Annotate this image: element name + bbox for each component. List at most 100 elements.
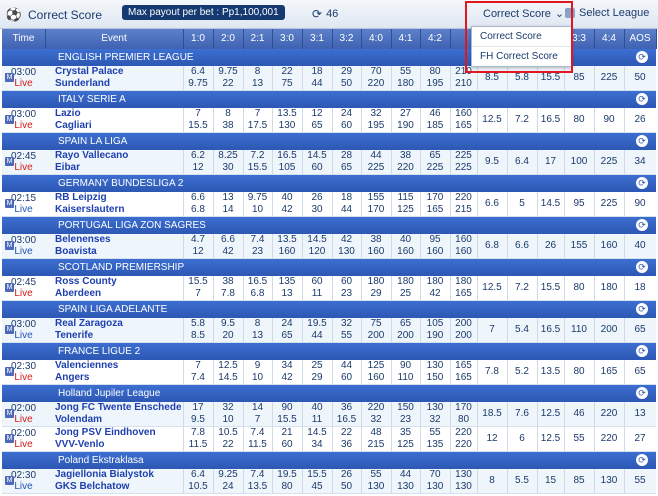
menu-item-fh-correct-score[interactable]: FH Correct Score: [472, 47, 571, 66]
away-odds[interactable]: 50: [332, 78, 361, 90]
home-odds[interactable]: 21: [272, 427, 302, 439]
odds-cell[interactable]: 7.2: [507, 276, 537, 300]
refresh-icon[interactable]: ⟳: [636, 51, 648, 63]
home-odds[interactable]: 15.5: [302, 469, 332, 481]
away-odds[interactable]: 8.5: [183, 330, 213, 342]
away-odds[interactable]: 160: [391, 246, 420, 258]
select-league-button[interactable]: Select League: [565, 7, 649, 19]
away-odds[interactable]: 17.5: [243, 120, 272, 132]
home-odds[interactable]: 60: [302, 276, 332, 288]
odds-cell[interactable]: 40: [624, 234, 656, 258]
match-info-icon[interactable]: M: [5, 241, 14, 250]
home-odds[interactable]: 170: [420, 192, 450, 204]
home-team[interactable]: Real Zaragoza: [47, 318, 181, 330]
home-odds[interactable]: 40: [391, 234, 420, 246]
away-odds[interactable]: 10.5: [183, 481, 213, 493]
home-odds[interactable]: 24: [332, 108, 361, 120]
odds-cell[interactable]: 15.5: [537, 66, 564, 90]
away-odds[interactable]: 10: [243, 204, 272, 216]
away-odds[interactable]: 225: [361, 162, 391, 174]
odds-cell[interactable]: 27: [624, 427, 656, 451]
home-odds[interactable]: 7.4: [243, 469, 272, 481]
away-odds[interactable]: 24: [213, 481, 243, 493]
away-odds[interactable]: 190: [420, 330, 450, 342]
home-odds[interactable]: 55: [420, 427, 450, 439]
match-info-icon[interactable]: M: [5, 115, 14, 124]
away-odds[interactable]: 10: [243, 372, 272, 384]
away-odds[interactable]: 11.5: [183, 439, 213, 451]
odds-cell[interactable]: 85: [564, 469, 594, 493]
away-odds[interactable]: 75: [272, 78, 302, 90]
away-odds[interactable]: 42: [420, 288, 450, 300]
away-odds[interactable]: 23: [391, 414, 420, 426]
odds-cell[interactable]: 13: [624, 402, 656, 426]
odds-cell[interactable]: 13.5: [537, 360, 564, 384]
home-team[interactable]: Jong FC Twente Enschede: [47, 402, 181, 414]
odds-cell[interactable]: 80: [564, 360, 594, 384]
home-odds[interactable]: 7.8: [183, 427, 213, 439]
odds-cell[interactable]: 6.8: [477, 234, 507, 258]
refresh-button[interactable]: ⟳ 46: [312, 7, 338, 21]
away-odds[interactable]: 65: [272, 330, 302, 342]
away-odds[interactable]: 7: [183, 288, 213, 300]
odds-cell[interactable]: 225: [594, 66, 624, 90]
home-odds[interactable]: 75: [361, 318, 391, 330]
odds-cell[interactable]: 180: [594, 276, 624, 300]
home-odds[interactable]: 40: [272, 192, 302, 204]
home-team[interactable]: Jong PSV Eindhoven: [47, 427, 181, 439]
odds-cell[interactable]: 17: [537, 150, 564, 174]
odds-cell[interactable]: 55: [564, 427, 594, 451]
odds-cell[interactable]: 6.4: [507, 150, 537, 174]
away-odds[interactable]: 220: [361, 78, 391, 90]
home-odds[interactable]: 7: [183, 108, 213, 120]
odds-cell[interactable]: 8.5: [477, 66, 507, 90]
home-odds[interactable]: 55: [361, 469, 391, 481]
home-odds[interactable]: 9.75: [243, 192, 272, 204]
home-odds[interactable]: 14: [243, 402, 272, 414]
odds-cell[interactable]: 7: [477, 318, 507, 342]
away-odds[interactable]: 32: [361, 414, 391, 426]
odds-cell[interactable]: 220: [594, 427, 624, 451]
away-odds[interactable]: 44: [302, 330, 332, 342]
home-odds[interactable]: 170: [450, 402, 477, 414]
away-odds[interactable]: 34: [302, 439, 332, 451]
match-info-icon[interactable]: M: [5, 325, 14, 334]
odds-cell[interactable]: 55: [624, 469, 656, 493]
odds-cell[interactable]: 225: [594, 192, 624, 216]
home-odds[interactable]: 7: [243, 108, 272, 120]
home-odds[interactable]: 210: [450, 66, 477, 78]
odds-cell[interactable]: 225: [594, 150, 624, 174]
odds-cell[interactable]: 65: [624, 360, 656, 384]
match-info-icon[interactable]: M: [5, 283, 14, 292]
home-odds[interactable]: 9.5: [213, 318, 243, 330]
odds-cell[interactable]: 12.5: [477, 108, 507, 132]
match-info-icon[interactable]: M: [5, 476, 14, 485]
away-odds[interactable]: 150: [420, 372, 450, 384]
match-info-icon[interactable]: M: [5, 157, 14, 166]
home-odds[interactable]: 135: [272, 276, 302, 288]
home-odds[interactable]: 16.5: [272, 150, 302, 162]
odds-cell[interactable]: 80: [564, 108, 594, 132]
odds-cell[interactable]: 95: [564, 192, 594, 216]
home-odds[interactable]: 160: [450, 234, 477, 246]
odds-cell[interactable]: 6: [507, 427, 537, 451]
home-odds[interactable]: 13: [213, 192, 243, 204]
odds-cell[interactable]: 8: [477, 469, 507, 493]
home-odds[interactable]: 180: [450, 276, 477, 288]
away-odds[interactable]: 160: [450, 246, 477, 258]
away-odds[interactable]: 105: [272, 162, 302, 174]
away-odds[interactable]: 42: [272, 204, 302, 216]
away-odds[interactable]: 6.8: [243, 288, 272, 300]
home-odds[interactable]: 14.5: [302, 150, 332, 162]
home-odds[interactable]: 8: [243, 66, 272, 78]
home-odds[interactable]: 80: [420, 66, 450, 78]
away-odds[interactable]: 44: [332, 204, 361, 216]
home-odds[interactable]: 150: [391, 402, 420, 414]
odds-cell[interactable]: 46: [564, 402, 594, 426]
refresh-icon[interactable]: ⟳: [636, 177, 648, 189]
odds-cell[interactable]: 12.5: [537, 427, 564, 451]
away-odds[interactable]: 220: [391, 162, 420, 174]
refresh-icon[interactable]: ⟳: [636, 387, 648, 399]
away-odds[interactable]: 130: [332, 246, 361, 258]
odds-cell[interactable]: 160: [594, 234, 624, 258]
